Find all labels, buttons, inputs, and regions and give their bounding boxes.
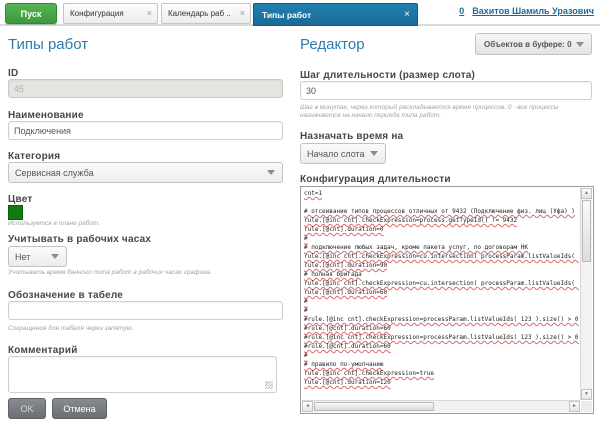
working-hours-label: Учитывать в рабочих часах: [8, 234, 151, 245]
name-field[interactable]: [8, 121, 283, 140]
color-swatch[interactable]: [8, 205, 23, 220]
scroll-up-icon[interactable]: ▲: [581, 188, 592, 199]
user-area: 0 Вахитов Шамиль Уразович: [459, 6, 594, 16]
slot-step-field[interactable]: [300, 81, 592, 100]
working-hours-select[interactable]: Нет: [8, 246, 67, 267]
tab-calendar[interactable]: Календарь раб .. ×: [161, 3, 251, 24]
start-button[interactable]: Пуск: [5, 3, 57, 24]
id-field: [8, 79, 283, 98]
assign-time-label: Назначать время на: [300, 131, 403, 142]
name-label: Наименование: [8, 110, 84, 121]
color-hint: Используется в плане работ.: [8, 220, 100, 228]
tab-label: Конфигурация: [64, 9, 130, 18]
chevron-down-icon: [267, 170, 275, 175]
assign-time-select[interactable]: Начало слота: [300, 143, 386, 164]
duration-config-code[interactable]: cnt=1 # отсеивание типов процессов отлич…: [304, 189, 579, 399]
page-title-work-types: Типы работ: [8, 36, 88, 53]
buffer-objects-label: Объектов в буфере: 0: [476, 40, 572, 49]
horizontal-scrollbar[interactable]: ◄ ►: [302, 400, 580, 412]
chevron-down-icon: [370, 151, 378, 156]
work-types-editor-window: Пуск Конфигурация × Календарь раб .. × Т…: [0, 0, 600, 426]
category-select[interactable]: Сервисная служба: [8, 162, 283, 183]
vertical-scroll-thumb[interactable]: [582, 200, 591, 262]
color-label: Цвет: [8, 194, 32, 205]
horizontal-scroll-thumb[interactable]: [314, 402, 434, 411]
slot-step-hint: Шаг в минутах, через который раскладывае…: [300, 104, 588, 120]
cancel-button[interactable]: Отмена: [52, 398, 107, 419]
scrollbar-corner: [581, 401, 592, 412]
category-label: Категория: [8, 151, 60, 162]
id-label: ID: [8, 68, 18, 79]
tab-bar: Пуск Конфигурация × Календарь раб .. × Т…: [0, 0, 600, 26]
slot-step-label: Шаг длительности (размер слота): [300, 70, 475, 81]
page-title-editor: Редактор: [300, 36, 365, 53]
timesheet-label: Обозначение в табеле: [8, 290, 123, 301]
duration-config-editor[interactable]: cnt=1 # отсеивание типов процессов отлич…: [300, 186, 594, 414]
tab-label: Календарь раб ..: [162, 9, 237, 18]
chevron-down-icon: [51, 254, 59, 259]
comment-label: Комментарий: [8, 345, 78, 356]
current-user-link[interactable]: Вахитов Шамиль Уразович: [472, 6, 594, 16]
scroll-left-icon[interactable]: ◄: [302, 401, 313, 412]
timesheet-hint: Сокращения для табеля через запятую.: [8, 325, 133, 333]
comment-field[interactable]: [8, 356, 277, 393]
scroll-down-icon[interactable]: ▼: [581, 389, 592, 400]
timesheet-field[interactable]: [8, 301, 283, 320]
tab-work-types-active[interactable]: Типы работ ×: [253, 3, 418, 26]
notifications-count-link[interactable]: 0: [459, 6, 464, 16]
chevron-down-icon: [576, 42, 584, 47]
close-icon[interactable]: ×: [404, 10, 410, 20]
duration-config-label: Конфигурация длительности: [300, 174, 451, 185]
category-selected-value: Сервисная служба: [9, 168, 94, 178]
resize-handle-icon[interactable]: [265, 381, 273, 389]
assign-time-selected-value: Начало слота: [301, 149, 365, 159]
vertical-scrollbar[interactable]: ▲ ▼: [580, 188, 592, 400]
close-icon[interactable]: ×: [147, 9, 152, 18]
working-hours-hint: Учитывать время данного типа работ в раб…: [8, 269, 283, 277]
buffer-objects-dropdown[interactable]: Объектов в буфере: 0: [475, 33, 592, 55]
tab-configuration[interactable]: Конфигурация ×: [63, 3, 158, 24]
tab-label: Типы работ: [254, 10, 319, 20]
scroll-right-icon[interactable]: ►: [569, 401, 580, 412]
ok-button[interactable]: OK: [8, 398, 46, 419]
close-icon[interactable]: ×: [240, 9, 245, 18]
working-hours-selected-value: Нет: [9, 252, 30, 262]
